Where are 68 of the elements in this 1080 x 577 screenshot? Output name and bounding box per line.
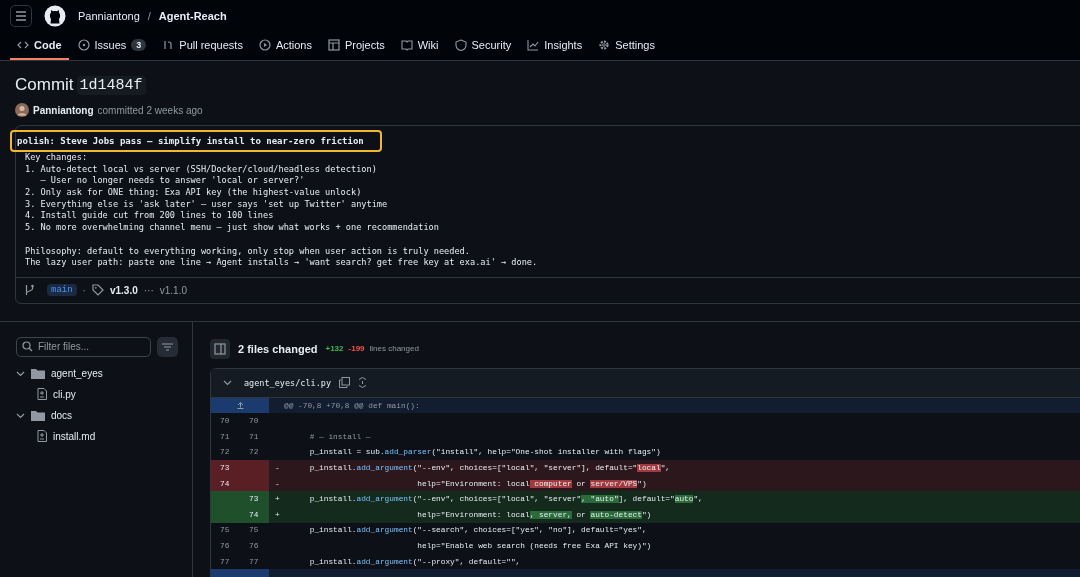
copy-icon[interactable] (339, 377, 350, 389)
commit-title: Commit (15, 75, 74, 95)
file-diff-icon (37, 388, 47, 401)
menu-icon (15, 10, 27, 21)
message-line: – User no longer needs to answer 'local or server?' (39, 175, 306, 188)
nav-tab[interactable]: Code (10, 31, 69, 60)
message-line: The lazy user path: paste one line → Agent installs → 'want search? get free key at exa.ai' → done. (25, 257, 539, 269)
file-diff-icon (37, 430, 47, 443)
lines-added-count: +132 (325, 344, 344, 354)
commit-headline: polish: Steve Jobs pass — simplify install to near-zero friction (17, 136, 364, 146)
tag-link[interactable]: v1.1.0 (159, 284, 187, 296)
branch-label[interactable]: main (47, 284, 77, 297)
filter-button[interactable] (157, 336, 178, 357)
message-line: 5. No more overwhelming channel menu — just show what works + one recommendation (25, 222, 440, 234)
filter-files-field[interactable]: Filter files... (16, 336, 151, 357)
files-changed-count: 2 files changed (238, 342, 318, 355)
folder-icon (31, 367, 45, 379)
commit-time: committed 2 weeks ago (97, 104, 203, 116)
expand-icon[interactable] (358, 377, 367, 389)
gear-icon (598, 38, 611, 51)
octocat-logo-icon[interactable] (44, 4, 66, 27)
chevron-icon[interactable] (223, 378, 232, 388)
message-line: 4. Install guide cut from 200 lines to 100 lines (25, 210, 275, 223)
tree-file-item[interactable]: cli.py (16, 383, 192, 405)
tag-link[interactable]: v1.3.0 (109, 284, 138, 296)
graph-icon (527, 38, 540, 51)
repo-owner-link[interactable]: Panniantong (78, 9, 140, 22)
circle-dot-icon (77, 38, 90, 51)
avatar-icon[interactable] (15, 103, 29, 117)
search-icon (22, 341, 33, 353)
tree-folder-item[interactable]: docs (16, 404, 192, 426)
nav-tab[interactable]: Actions (251, 31, 319, 60)
more-tags-ellipsis[interactable]: ··· (143, 284, 154, 296)
lines-removed-count: -199 (348, 344, 365, 354)
nav-tab[interactable]: Insights (520, 31, 590, 60)
path-separator: / (147, 9, 151, 22)
message-line: 1. Auto-detect local vs server (SSH/Docker/cloud/headless detection) (25, 163, 378, 176)
lines-changed-label: lines changed (369, 344, 419, 354)
filter-icon (162, 342, 173, 351)
branch-icon (24, 284, 35, 297)
table-icon (328, 38, 340, 51)
nav-tab[interactable]: Wiki (393, 31, 446, 60)
message-line: 2. Only ask for ONE thing: Exa API key (the highest-value unlock) (25, 187, 363, 199)
nav-tab[interactable]: Pull requests (155, 31, 250, 60)
ref-separator: · (82, 284, 86, 296)
tag-icon (91, 284, 104, 297)
message-line: Philosophy: default to everything working, only stop when user action is truly needed. (25, 245, 471, 258)
repo-name-link[interactable]: Agent-Reach (158, 9, 227, 22)
book-icon (400, 38, 413, 51)
issue-count-badge: 3 (131, 38, 147, 51)
menu-button[interactable] (10, 4, 32, 27)
commit-sha: 1d1484f (76, 75, 146, 95)
shield-icon (454, 38, 467, 51)
play-icon (258, 38, 271, 51)
nav-tab[interactable]: Projects (321, 31, 392, 60)
tree-folder-item[interactable]: agent_eyes (16, 362, 192, 384)
toggle-sidebar-button[interactable] (210, 338, 230, 359)
nav-tab[interactable]: Issues 3 (70, 31, 154, 60)
file-path[interactable]: agent_eyes/cli.py (244, 377, 331, 388)
arrow-up-icon (236, 402, 244, 410)
message-line: 3. Everything else is 'ask later' — user says 'set up Twitter' anytime (25, 198, 389, 211)
sidebar-icon (214, 342, 226, 355)
nav-tab[interactable]: Security (447, 31, 519, 60)
nav-tab[interactable]: Settings (591, 31, 662, 60)
author-link[interactable]: Panniantong (33, 104, 94, 116)
folder-icon (31, 409, 45, 421)
tree-file-item[interactable]: install.md (16, 425, 192, 447)
message-line: Key changes: (25, 152, 89, 164)
